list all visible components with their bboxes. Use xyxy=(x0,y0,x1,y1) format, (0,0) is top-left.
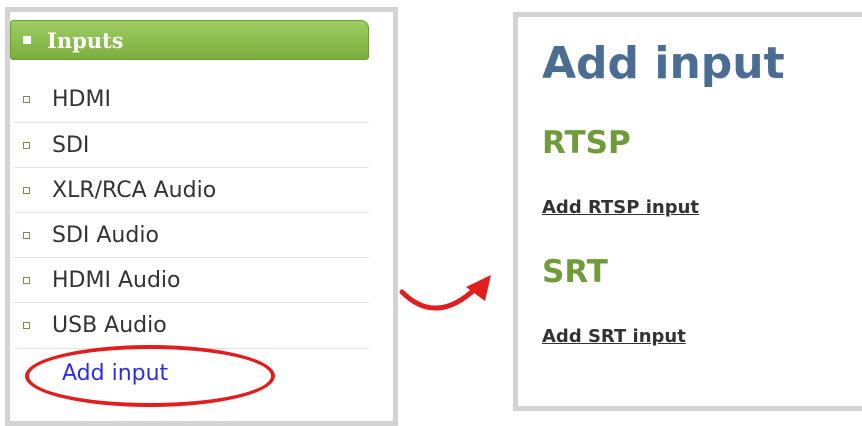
menu-item-label: USB Audio xyxy=(52,312,167,338)
menu-item-label: SDI xyxy=(52,132,90,158)
menu-item-hdmi[interactable]: HDMI xyxy=(14,77,369,122)
add-srt-input-link[interactable]: Add SRT input xyxy=(542,326,686,347)
square-bullet-icon xyxy=(23,36,31,44)
menu-item-label: SDI Audio xyxy=(52,222,159,248)
menu-item-xlr-rca-audio[interactable]: XLR/RCA Audio xyxy=(14,167,369,212)
square-bullet-icon xyxy=(23,96,30,103)
section-heading-rtsp: RTSP xyxy=(542,125,631,161)
square-bullet-icon xyxy=(23,141,30,149)
menu-item-usb-audio[interactable]: USB Audio xyxy=(14,302,369,347)
square-bullet-icon xyxy=(23,276,30,284)
menu-item-sdi-audio[interactable]: SDI Audio xyxy=(14,212,369,257)
menu-item-label: HDMI Audio xyxy=(52,267,181,293)
square-bullet-icon xyxy=(23,321,30,329)
menu-item-hdmi-audio[interactable]: HDMI Audio xyxy=(14,257,369,302)
red-highlight-ellipse xyxy=(25,345,275,407)
square-bullet-icon xyxy=(23,231,30,239)
square-bullet-icon xyxy=(23,186,30,194)
section-heading-srt: SRT xyxy=(542,254,608,290)
menu-item-label: XLR/RCA Audio xyxy=(52,177,217,203)
add-rtsp-input-link[interactable]: Add RTSP input xyxy=(542,197,699,218)
curved-arrow-right-icon xyxy=(399,275,491,311)
menu-item-sdi[interactable]: SDI xyxy=(14,122,369,167)
page-title: Add input xyxy=(542,38,785,89)
menu-header-inputs[interactable]: Inputs xyxy=(10,20,369,60)
menu-header-label: Inputs xyxy=(47,27,124,53)
menu-item-label: HDMI xyxy=(52,87,111,112)
inputs-menu-list: HDMI SDI XLR/RCA Audio SDI Audio HDMI Au… xyxy=(14,77,369,347)
